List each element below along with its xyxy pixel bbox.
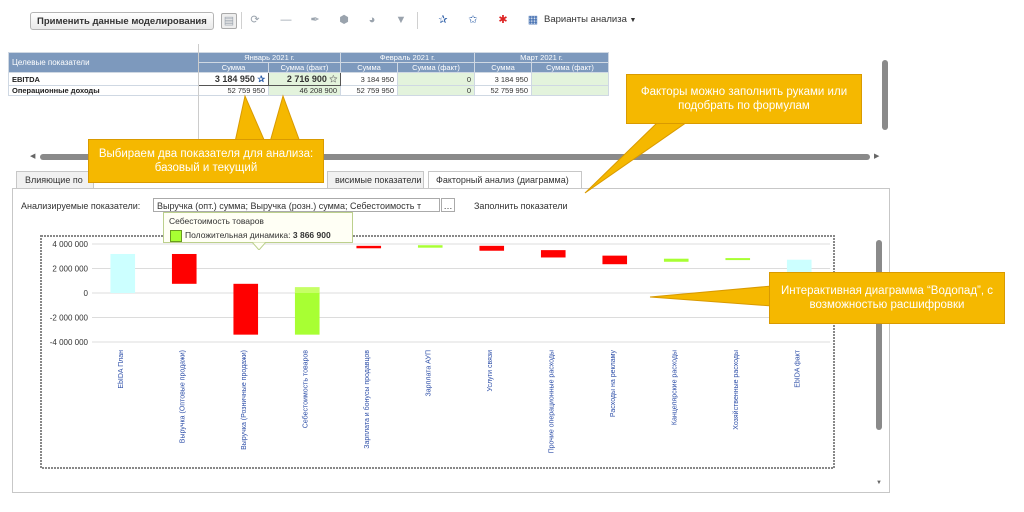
callout-pointer (269, 94, 301, 143)
callout-pointer (584, 119, 692, 194)
callout-waterfall: Интерактивная диаграмма “Водопад”, с воз… (769, 272, 1005, 324)
callout-factors: Факторы можно заполнить руками или подоб… (626, 74, 862, 124)
callout-pointer (649, 285, 773, 307)
callout-choose-indicators: Выбираем два показателя для анализа: баз… (88, 139, 324, 183)
callout-pointer (234, 94, 266, 143)
callout-arrows (234, 94, 773, 307)
